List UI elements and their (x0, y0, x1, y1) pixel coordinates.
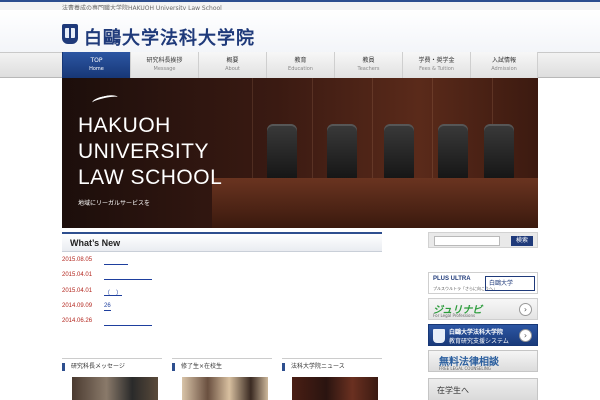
hero-caption: 地域にリーガルサービスを (78, 200, 151, 207)
news-link[interactable] (104, 318, 153, 326)
nav-label-en: Home (89, 66, 104, 72)
feature-card[interactable]: 修了生×在校生 (172, 358, 272, 400)
feature-card-photo (72, 377, 158, 400)
news-date: 2014.06.26 (62, 318, 93, 324)
hero-title-line-2: UNIVERSITY (78, 140, 210, 163)
nav-label-jp: TOP (90, 57, 103, 64)
nav-label-en: Message (153, 66, 176, 72)
juri-navi-banner[interactable]: ジュリナビ For Legal Professions › (428, 298, 538, 320)
feature-card-heading: 研究科長メッセージ (62, 363, 125, 371)
arrow-right-icon: › (519, 303, 532, 316)
feature-cards: 研究科長メッセージ 修了生×在校生 法科大学院ニュース (62, 358, 382, 400)
news-link[interactable] (104, 272, 153, 280)
nav-item-admission[interactable]: 入試情報 Admission (470, 52, 538, 78)
courtroom-chair (438, 124, 468, 180)
nav-item-fees[interactable]: 学費・奨学金 Fees & Tuition (402, 52, 470, 78)
nav-label-jp: 教員 (362, 57, 375, 64)
nav-label-jp: 入試情報 (491, 57, 516, 64)
news-date: 2015.04.01 (62, 272, 93, 278)
current-students-banner[interactable]: 在学生へ (428, 378, 538, 400)
site-header: 白鷗大学法科大学院 (0, 10, 600, 52)
news-date: 2014.09.09 (62, 303, 93, 309)
juri-navi-subtitle: For Legal Professions (433, 313, 476, 318)
education-support-title: 白鷗大学法科大学院 (449, 329, 504, 336)
news-date: 2015.04.01 (62, 288, 93, 294)
education-support-banner[interactable]: 白鷗大学法科大学院 教育研究支援システム › (428, 324, 538, 346)
plus-ultra-banner[interactable]: PLUS ULTRA プルスウルトラ「さらに向こうへ」 白鷗大学 (428, 272, 538, 294)
plus-ultra-title: PLUS ULTRA (433, 276, 471, 282)
feature-card-photo (292, 377, 378, 400)
nav-label-en: Education (288, 66, 313, 72)
nav-item-home[interactable]: TOP Home (62, 52, 130, 78)
feature-card[interactable]: 法科大学院ニュース (282, 358, 382, 400)
feature-card[interactable]: 研究科長メッセージ (62, 358, 162, 400)
news-link[interactable] (104, 257, 129, 265)
nav-item-message[interactable]: 研究科長挨拶 Message (130, 52, 198, 78)
arrow-right-icon: › (519, 329, 532, 342)
nav-label-en: About (225, 66, 240, 72)
hero-title-line-1: HAKUOH (78, 114, 171, 137)
feature-card-heading: 修了生×在校生 (172, 363, 222, 371)
courtroom-chair (267, 124, 297, 180)
whats-new-section: What’s New 2015.08.05 2015.04.01 2015.04… (62, 232, 382, 326)
nav-label-en: Fees & Tuition (419, 66, 454, 72)
nav-label-en: Teachers (357, 66, 380, 72)
nav-label-jp: 研究科長挨拶 (146, 57, 183, 64)
whats-new-heading: What’s New (62, 232, 382, 252)
courtroom-chair (484, 124, 514, 180)
university-crest-icon (433, 329, 445, 343)
current-students-label: 在学生へ (437, 386, 469, 395)
search-input[interactable] (434, 236, 500, 246)
hero-title-line-3: LAW SCHOOL (78, 166, 223, 189)
hero-banner: HAKUOH UNIVERSITY LAW SCHOOL 地域にリーガルサービス… (62, 78, 538, 228)
free-legal-counseling-banner[interactable]: 無料法律相談 FREE LEGAL COUNSELING (428, 350, 538, 372)
news-date: 2015.08.05 (62, 257, 93, 263)
search-button[interactable]: 検索 (511, 236, 533, 246)
page: 法曹養成の専門職大学院HAKUOH University Law School … (0, 0, 600, 400)
news-link[interactable]: 26 (104, 303, 111, 311)
courtroom-chair (384, 124, 414, 180)
plus-ultra-university-logo: 白鷗大学 (485, 276, 535, 291)
nav-label-jp: 教育 (294, 57, 307, 64)
nav-item-education[interactable]: 教育 Education (266, 52, 334, 78)
news-link[interactable]: （ ） (104, 288, 123, 297)
bird-logo-icon (91, 93, 119, 107)
courtroom-bench (212, 178, 538, 228)
feature-card-photo (182, 377, 268, 400)
top-utility-bar: 法曹養成の専門職大学院HAKUOH University Law School (0, 0, 600, 12)
university-crest-icon[interactable] (62, 24, 78, 44)
nav-label-jp: 概要 (226, 57, 239, 64)
nav-item-teachers[interactable]: 教員 Teachers (334, 52, 402, 78)
nav-item-about[interactable]: 概要 About (198, 52, 266, 78)
free-legal-counseling-subtitle: FREE LEGAL COUNSELING (439, 366, 491, 371)
education-support-subtitle: 教育研究支援システム (449, 338, 509, 345)
site-search: 検索 (428, 232, 538, 248)
site-logo-title[interactable]: 白鷗大学法科大学院 (84, 24, 255, 50)
feature-card-heading: 法科大学院ニュース (282, 363, 345, 371)
nav-label-en: Admission (491, 66, 517, 72)
nav-label-jp: 学費・奨学金 (418, 57, 455, 64)
courtroom-chair (327, 124, 357, 180)
